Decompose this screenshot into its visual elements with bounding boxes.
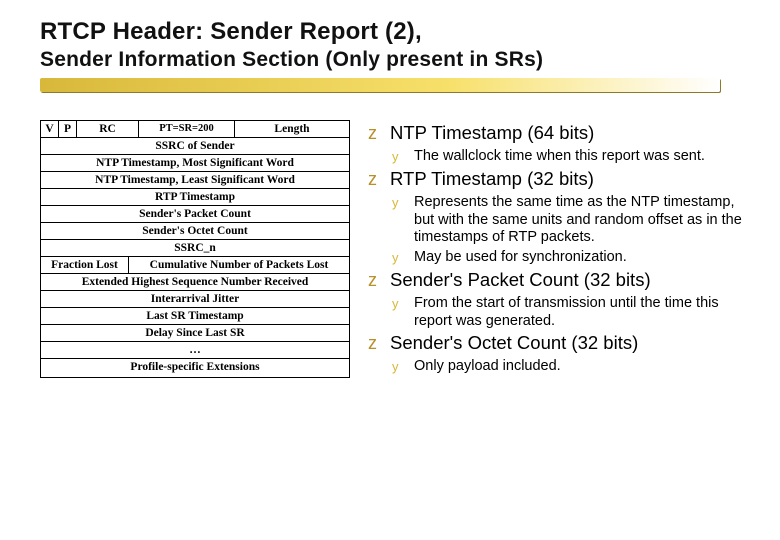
row-ssrc: SSRC of Sender	[41, 137, 349, 154]
subbullet-spc-start: y From the start of transmission until t…	[392, 295, 752, 330]
subbullet-text: May be used for synchronization.	[414, 249, 752, 267]
bullet-sender-octet-count: z Sender's Octet Count (32 bits)	[368, 332, 752, 354]
bullet-l1-icon: z	[368, 168, 382, 190]
packet-header-row: V P RC PT=SR=200 Length	[41, 121, 349, 137]
bullet-sender-packet-count: z Sender's Packet Count (32 bits)	[368, 269, 752, 291]
bullet-rtp-timestamp: z RTP Timestamp (32 bits)	[368, 168, 752, 190]
title-line-1: RTCP Header: Sender Report (2),	[40, 18, 752, 46]
row-lsr: Last SR Timestamp	[41, 307, 349, 324]
row-ntp-msw: NTP Timestamp, Most Significant Word	[41, 154, 349, 171]
bullet-l2-icon: y	[392, 148, 406, 166]
subbullet-ntp-wallclock: y The wallclock time when this report wa…	[392, 148, 752, 166]
cell-Length: Length	[235, 121, 349, 137]
subbullet-soc-payload: y Only payload included.	[392, 358, 752, 376]
slide: RTCP Header: Sender Report (2), Sender I…	[0, 0, 780, 396]
bullet-text: RTP Timestamp (32 bits)	[390, 168, 752, 190]
subbullet-text: Only payload included.	[414, 358, 752, 376]
bullet-l1-icon: z	[368, 122, 382, 144]
title-block: RTCP Header: Sender Report (2), Sender I…	[40, 18, 752, 108]
bullet-l1-icon: z	[368, 269, 382, 291]
subbullet-text: Represents the same time as the NTP time…	[414, 194, 752, 247]
bullet-text: Sender's Packet Count (32 bits)	[390, 269, 752, 291]
subbullet-rtp-sametime: y Represents the same time as the NTP ti…	[392, 194, 752, 247]
bullet-l1-icon: z	[368, 332, 382, 354]
row-ssrc-n: SSRC_n	[41, 239, 349, 256]
row-ntp-lsw: NTP Timestamp, Least Significant Word	[41, 171, 349, 188]
bullet-text: NTP Timestamp (64 bits)	[390, 122, 752, 144]
cell-cum-packets-lost: Cumulative Number of Packets Lost	[129, 257, 349, 273]
bullet-ntp-timestamp: z NTP Timestamp (64 bits)	[368, 122, 752, 144]
cell-P: P	[59, 121, 77, 137]
subbullet-text: The wallclock time when this report was …	[414, 148, 752, 166]
bullet-l2-icon: y	[392, 249, 406, 267]
row-pse: Profile-specific Extensions	[41, 358, 349, 375]
bullet-l2-icon: y	[392, 295, 406, 330]
notes-column: z NTP Timestamp (64 bits) y The wallcloc…	[368, 120, 752, 378]
subbullet-text: From the start of transmission until the…	[414, 295, 752, 330]
bullet-l2-icon: y	[392, 194, 406, 247]
row-ehsnr: Extended Highest Sequence Number Receive…	[41, 273, 349, 290]
bullet-text: Sender's Octet Count (32 bits)	[390, 332, 752, 354]
title-line-2: Sender Information Section (Only present…	[40, 48, 752, 72]
row-fraction-lost: Fraction Lost Cumulative Number of Packe…	[41, 256, 349, 273]
cell-fraction-lost: Fraction Lost	[41, 257, 129, 273]
cell-PT: PT=SR=200	[139, 121, 235, 137]
title-underline	[40, 78, 720, 92]
row-rtp-ts: RTP Timestamp	[41, 188, 349, 205]
subbullet-rtp-sync: y May be used for synchronization.	[392, 249, 752, 267]
packet-diagram: V P RC PT=SR=200 Length SSRC of Sender N…	[40, 120, 350, 378]
row-dlsr: Delay Since Last SR	[41, 324, 349, 341]
cell-V: V	[41, 121, 59, 137]
content-row: V P RC PT=SR=200 Length SSRC of Sender N…	[40, 120, 752, 378]
cell-RC: RC	[77, 121, 139, 137]
row-soc: Sender's Octet Count	[41, 222, 349, 239]
row-ellipsis: …	[41, 341, 349, 358]
bullet-l2-icon: y	[392, 358, 406, 376]
row-jitter: Interarrival Jitter	[41, 290, 349, 307]
row-spc: Sender's Packet Count	[41, 205, 349, 222]
